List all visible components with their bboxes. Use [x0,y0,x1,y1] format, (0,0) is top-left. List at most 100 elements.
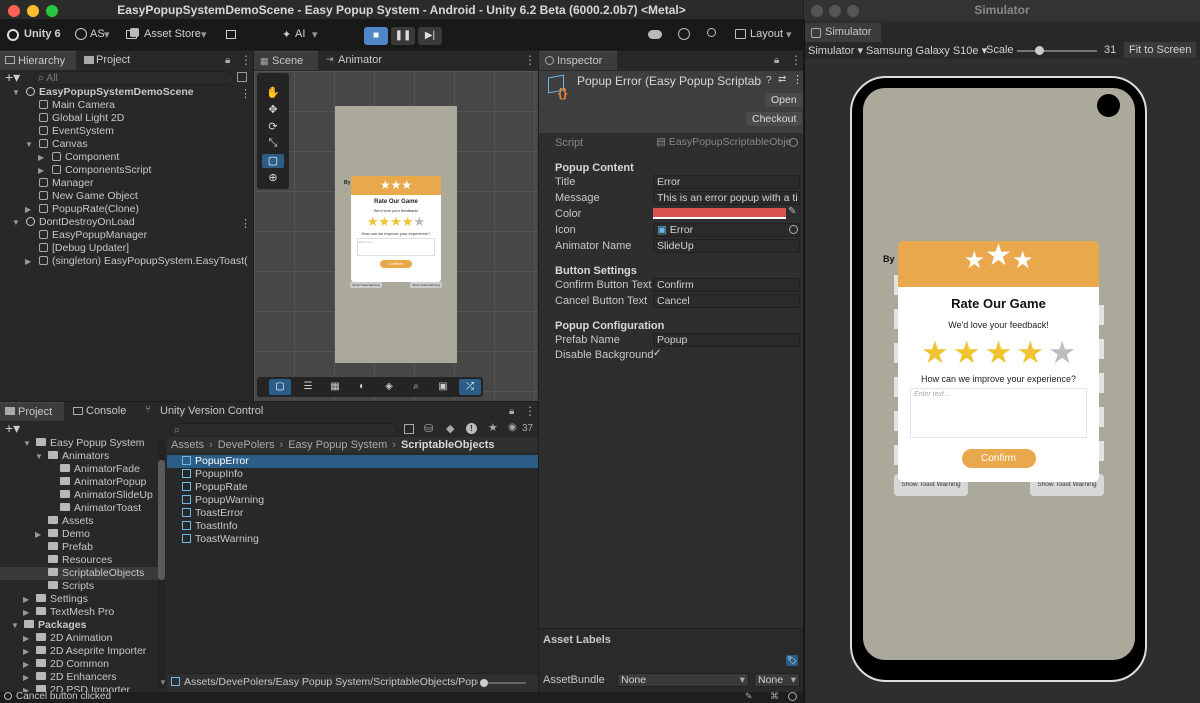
ai-button[interactable]: AI [295,28,305,40]
hand-tool-icon[interactable]: ✋ [262,86,284,100]
overlay-zoom-icon[interactable]: ⌕ [405,379,427,395]
project-lock-icon[interactable]: 🔒︎ [509,406,514,417]
assetbundle-variant-dropdown[interactable]: None ▾ [754,673,800,687]
tree-scrollbar-thumb[interactable] [158,460,165,580]
icon-size-slider[interactable] [480,679,526,687]
star-filled-icon[interactable]: ★ [921,337,949,368]
folder-tree-item[interactable]: ▶ 2D Enhancers [0,671,158,684]
overlay-shading-icon[interactable]: ◐ [351,379,373,395]
hierarchy-item[interactable]: ▼ DontDestroyOnLoad [0,216,253,229]
collapse-arrow-icon[interactable]: ▶ [23,593,29,606]
disable-background-checkbox[interactable]: ✓ [653,348,665,360]
asset-list-item[interactable]: PopupInfo [167,468,538,481]
star-filled-icon[interactable]: ★ [953,337,981,368]
star-filled-icon[interactable]: ★ [1016,337,1044,368]
folder-tree-item[interactable]: ▶ TextMesh Pro [0,606,158,619]
scene-popup[interactable]: ★★★ Rate Our Game We'd love your feedbac… [351,176,441,282]
folder-tree-item[interactable]: ▼ Easy Popup System [0,437,158,450]
scene-menu-icon[interactable]: ⋮ [240,87,251,100]
folder-tree-item[interactable]: ▶ Demo [0,528,158,541]
lock-icon[interactable]: 🔒︎ [225,55,230,66]
folder-tree-item[interactable]: AnimatorPopup [0,476,158,489]
hierarchy-item[interactable]: ▶ Component [0,151,253,164]
scene-toast-warning-left[interactable]: Show Toast Warning [350,282,382,288]
hierarchy-item[interactable]: [Debug Updater] [0,242,253,255]
icon-size-slider-thumb[interactable] [480,679,488,687]
overlay-camera-icon[interactable]: ▣ [432,379,454,395]
folder-tree-item[interactable]: Scripts [0,580,158,593]
icon-field[interactable]: ▣ Error [653,223,800,237]
breadcrumb-item[interactable]: ScriptableObjects [401,439,495,451]
rotate-tool-icon[interactable]: ⟳ [262,120,284,134]
search-by-label-icon[interactable]: ⛁ [424,422,433,435]
folder-tree-item[interactable]: Prefab [0,541,158,554]
hierarchy-item[interactable]: Manager [0,177,253,190]
help-icon[interactable]: ? [766,75,772,86]
asset-list-item[interactable]: PopupRate [167,481,538,494]
asset-list-item[interactable]: ToastWarning [167,533,538,546]
tree-scroll-down-icon[interactable]: ▼ [159,678,167,687]
star-filled-icon[interactable]: ★ [985,337,1013,368]
folder-tree-item[interactable]: AnimatorToast [0,502,158,515]
hierarchy-item[interactable]: New Game Object [0,190,253,203]
search-by-type-icon[interactable] [404,424,414,434]
sim-feedback-textarea[interactable]: Enter text... [910,388,1087,438]
project-search-input[interactable]: ⌕ [170,423,398,437]
asset-list-item[interactable]: PopupWarning [167,494,538,507]
folder-tree-item[interactable]: ▼ Animators [0,450,158,463]
collapse-arrow-icon[interactable]: ▶ [23,632,29,645]
scene-popup-confirm-button[interactable]: Confirm [380,260,412,268]
cancel-text-field[interactable]: Cancel [653,294,800,308]
overlay-gizmo-icon[interactable]: ◈ [378,379,400,395]
folder-tree-item[interactable]: Assets [0,515,158,528]
scene-popup-textarea[interactable]: Enter text... [357,238,435,256]
collapse-arrow-icon[interactable]: ▶ [25,203,31,216]
folder-tree-item[interactable]: ▼ Packages [0,619,158,632]
open-button[interactable]: Open [765,93,803,107]
scene-popup-stars[interactable]: ★★★★★ [351,214,441,229]
component-menu-icon[interactable]: ⋮ [792,73,803,86]
simulator-mode-dropdown[interactable]: Simulator ▾ [808,44,863,57]
move-tool-icon[interactable]: ✥ [262,103,284,117]
star-empty-icon[interactable]: ★ [1048,337,1076,368]
hierarchy-item[interactable]: EasyPopupManager [0,229,253,242]
expand-arrow-icon[interactable]: ▼ [12,86,20,99]
collapse-arrow-icon[interactable]: ▶ [38,151,44,164]
scale-tool-icon[interactable]: ⤡ [262,137,284,151]
fit-to-screen-button[interactable]: Fit to Screen [1124,42,1197,58]
layout-dropdown[interactable]: Layout [750,28,783,40]
hierarchy-menu-icon[interactable]: ⋮ [240,53,252,67]
hierarchy-item[interactable]: ▼ EasyPopupSystemDemoScene [0,86,253,99]
folder-tree-item[interactable]: ▶ 2D Common [0,658,158,671]
info-icon[interactable]: ! [466,423,477,434]
step-button[interactable]: ▶| [418,27,442,45]
title-field[interactable]: Error [653,175,800,189]
hierarchy-item[interactable]: EventSystem [0,125,253,138]
collapse-arrow-icon[interactable]: ▶ [23,606,29,619]
asset-store-button[interactable]: Asset Store [144,28,201,40]
overlay-align-icon[interactable]: ☰ [297,379,319,395]
favorite-star-icon[interactable]: ★ [488,421,498,434]
project-menu-icon[interactable]: ⋮ [524,404,536,418]
hierarchy-item[interactable]: Global Light 2D [0,112,253,125]
confirm-text-field[interactable]: Confirm [653,278,800,292]
breadcrumb-item[interactable]: DevePolers [218,439,275,451]
presets-icon[interactable]: ⇄ [778,74,786,85]
collapse-arrow-icon[interactable]: ▶ [25,255,31,268]
eyedropper-icon[interactable]: ✎ [788,206,796,217]
overlay-rect-icon[interactable]: ▢ [269,379,291,395]
pause-button[interactable]: ❚❚ [391,27,415,45]
hierarchy-item[interactable]: ▶ PopupRate(Clone) [0,203,253,216]
expand-arrow-icon[interactable]: ▼ [12,216,20,229]
rect-tool-icon[interactable]: ▢ [262,154,284,168]
play-stop-button[interactable]: ■ [364,27,388,45]
asset-list-item[interactable]: PopupError [167,455,538,468]
scene-menu-dots-icon[interactable]: ⋮ [524,53,536,67]
hierarchy-item[interactable]: Main Camera [0,99,253,112]
account-icon[interactable] [75,28,87,40]
folder-tree-item[interactable]: ▶ Settings [0,593,158,606]
add-object-button[interactable]: +▾ [5,70,20,84]
folder-tree-item[interactable]: Resources [0,554,158,567]
hierarchy-search-input[interactable]: ⌕ All [34,71,234,85]
transform-tool-icon[interactable]: ⊕ [262,171,284,185]
